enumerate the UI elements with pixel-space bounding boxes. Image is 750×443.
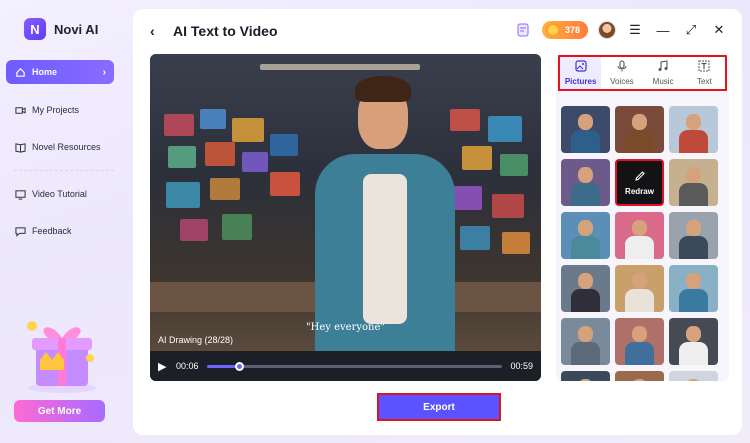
duration: 00:59 bbox=[510, 361, 533, 371]
asset-panel: Pictures Voices Music Text Redraw bbox=[556, 54, 729, 381]
pencil-icon bbox=[634, 170, 646, 184]
ai-drawing-text: AI Drawing bbox=[158, 335, 203, 345]
picture-thumbnail[interactable] bbox=[561, 106, 610, 153]
tab-pictures[interactable]: Pictures bbox=[560, 57, 602, 89]
tutorial-icon bbox=[14, 188, 26, 200]
chevron-right-icon: › bbox=[102, 66, 106, 78]
chat-icon bbox=[14, 225, 26, 237]
brand-name: Novi AI bbox=[54, 21, 99, 37]
avatar[interactable] bbox=[598, 21, 616, 39]
tab-text[interactable]: Text bbox=[684, 57, 725, 89]
asset-tabs: Pictures Voices Music Text bbox=[558, 55, 727, 91]
tab-music[interactable]: Music bbox=[643, 57, 684, 89]
credits-badge[interactable]: 378 bbox=[541, 21, 588, 39]
tab-label: Text bbox=[697, 77, 712, 86]
picture-thumbnail[interactable] bbox=[615, 265, 664, 312]
video-subtitle: "Hey everyone" bbox=[306, 322, 385, 333]
picture-thumbnail[interactable] bbox=[669, 212, 718, 259]
back-button[interactable]: ‹ bbox=[150, 23, 155, 39]
home-icon bbox=[14, 66, 26, 78]
close-icon[interactable]: ✕ bbox=[710, 21, 728, 39]
tab-label: Pictures bbox=[564, 77, 597, 86]
play-icon[interactable]: ▶ bbox=[158, 361, 168, 373]
video-player[interactable]: "Hey everyone" AI Drawing (28/28) ▶ 00:0… bbox=[150, 54, 541, 381]
sidebar-item-feedback[interactable]: Feedback bbox=[6, 219, 114, 243]
sidebar-item-novel-resources[interactable]: Novel Resources bbox=[6, 135, 114, 159]
tab-voices[interactable]: Voices bbox=[601, 57, 642, 89]
task-icon[interactable] bbox=[514, 21, 532, 39]
sidebar-item-label: Novel Resources bbox=[32, 142, 101, 152]
expand-icon[interactable]: ⤢ bbox=[682, 21, 700, 39]
picture-thumbnail[interactable] bbox=[615, 106, 664, 153]
ai-drawing-count: (28/28) bbox=[204, 335, 234, 345]
text-icon bbox=[698, 60, 710, 75]
sidebar-item-home[interactable]: Home › bbox=[6, 60, 114, 84]
progress-handle[interactable] bbox=[235, 361, 245, 371]
sidebar-item-label: Feedback bbox=[32, 226, 72, 236]
ai-drawing-label: AI Drawing (28/28) bbox=[158, 335, 233, 345]
page-title: AI Text to Video bbox=[173, 23, 278, 39]
picture-thumbnail[interactable] bbox=[615, 371, 664, 381]
sidebar-item-label: Video Tutorial bbox=[32, 189, 87, 199]
tab-label: Music bbox=[652, 77, 674, 86]
music-icon bbox=[657, 60, 669, 75]
video-frame bbox=[150, 54, 541, 354]
progress-slider[interactable] bbox=[206, 361, 503, 371]
tab-label: Voices bbox=[610, 77, 634, 86]
sidebar-item-label: My Projects bbox=[32, 105, 80, 115]
current-time: 00:06 bbox=[176, 361, 199, 371]
picture-thumbnail[interactable] bbox=[669, 318, 718, 365]
picture-thumbnail[interactable] bbox=[669, 106, 718, 153]
microphone-icon bbox=[616, 60, 628, 75]
picture-thumbnail[interactable] bbox=[561, 265, 610, 312]
redraw-label: Redraw bbox=[625, 186, 654, 196]
picture-icon bbox=[575, 60, 587, 75]
minimize-icon[interactable]: — bbox=[654, 21, 672, 39]
menu-icon[interactable]: ☰ bbox=[626, 21, 644, 39]
coin-icon bbox=[545, 23, 560, 37]
picture-thumbnail[interactable] bbox=[615, 318, 664, 365]
picture-thumbnail[interactable]: Redraw bbox=[615, 159, 664, 206]
gift-illustration bbox=[22, 310, 102, 395]
window-toolbar: 378 ☰ — ⤢ ✕ bbox=[514, 21, 728, 39]
sidebar: N Novi AI Home › My Projects Novel Resou… bbox=[0, 0, 125, 443]
sidebar-item-video-tutorial[interactable]: Video Tutorial bbox=[6, 182, 114, 206]
picture-thumbnail[interactable] bbox=[669, 265, 718, 312]
picture-thumbnail[interactable] bbox=[561, 371, 610, 381]
picture-thumbnail[interactable] bbox=[669, 371, 718, 381]
picture-thumbnail[interactable] bbox=[561, 212, 610, 259]
main-panel: ‹ AI Text to Video 378 ☰ — ⤢ ✕ "Hey ever… bbox=[133, 9, 742, 435]
picture-thumbnail[interactable] bbox=[615, 212, 664, 259]
book-icon bbox=[14, 141, 26, 153]
video-controls: ▶ 00:06 00:59 bbox=[150, 351, 541, 381]
sidebar-item-my-projects[interactable]: My Projects bbox=[6, 98, 114, 122]
divider bbox=[14, 170, 114, 171]
get-more-button[interactable]: Get More bbox=[14, 400, 105, 422]
picture-thumbnail[interactable] bbox=[561, 318, 610, 365]
picture-thumbnail[interactable] bbox=[669, 159, 718, 206]
export-button[interactable]: Export bbox=[377, 393, 501, 421]
novi-logo: N bbox=[24, 18, 46, 40]
brand: N Novi AI bbox=[24, 18, 98, 40]
video-camera-icon bbox=[14, 104, 26, 116]
credits-count: 378 bbox=[564, 25, 580, 35]
picture-thumbnail[interactable] bbox=[561, 159, 610, 206]
redraw-overlay[interactable]: Redraw bbox=[617, 161, 662, 204]
sidebar-item-label: Home bbox=[32, 67, 58, 77]
